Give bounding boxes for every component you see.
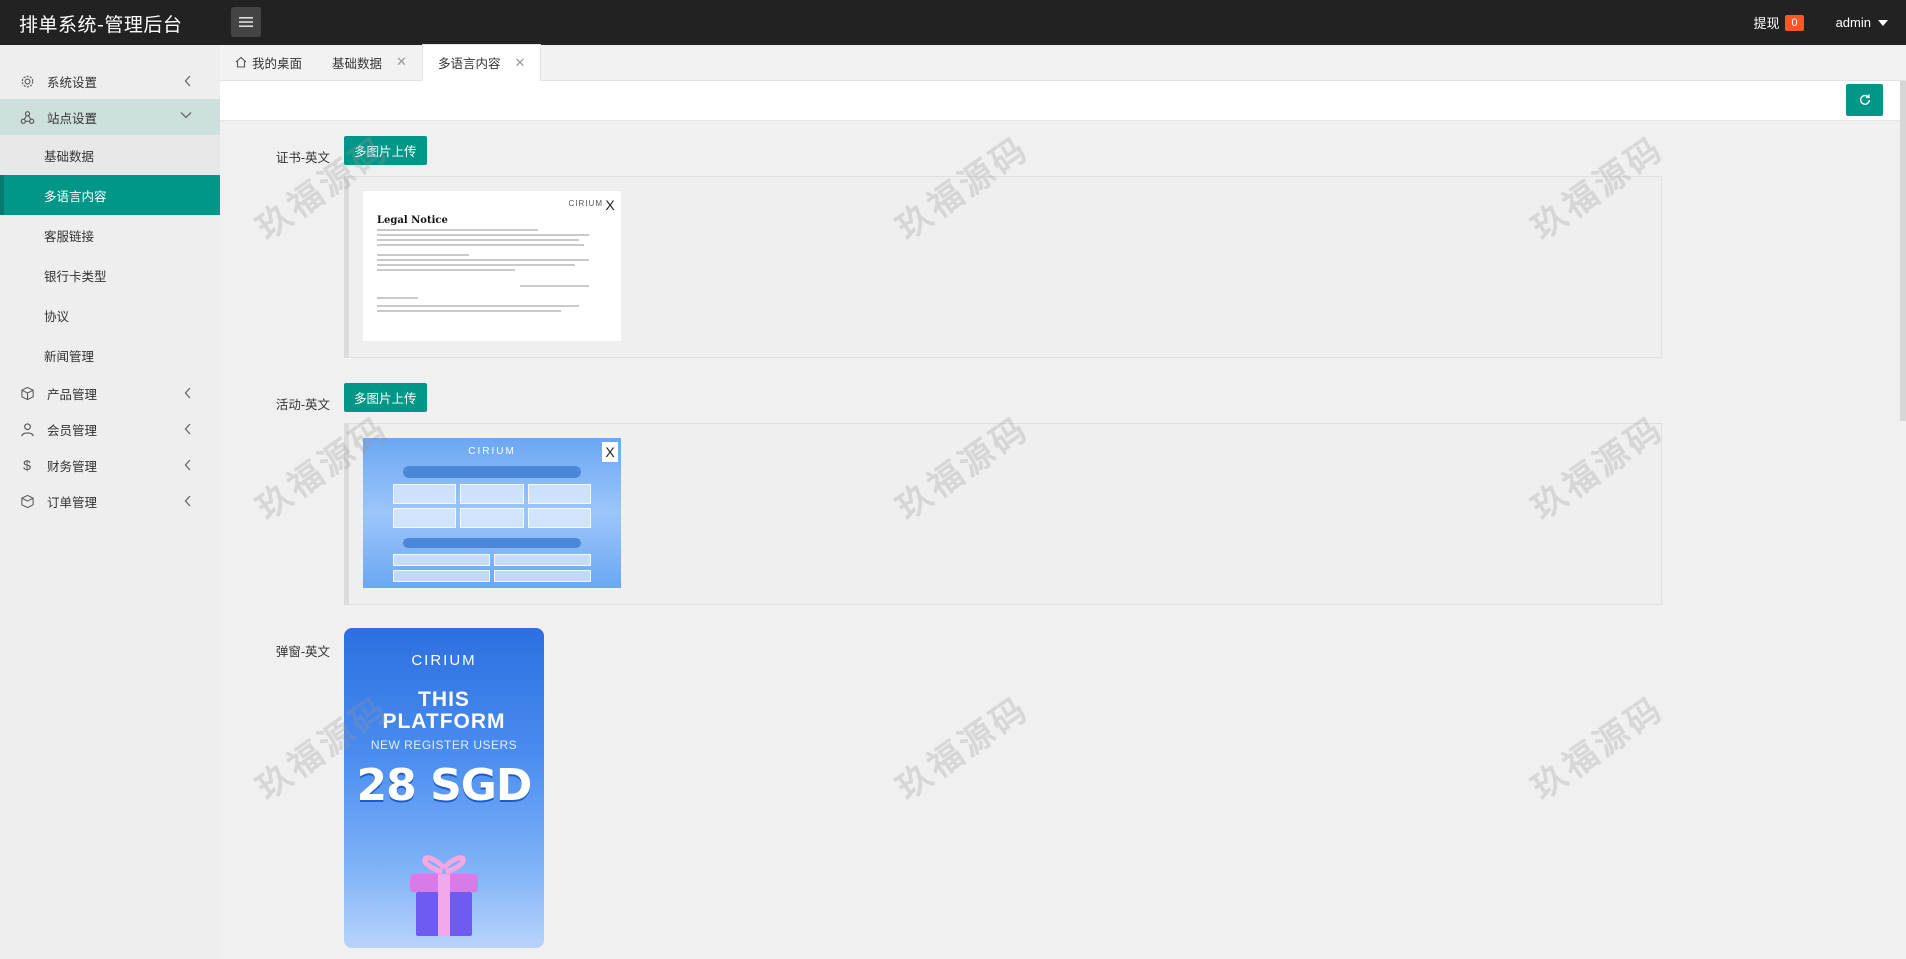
cert-remove-button[interactable]: X: [602, 195, 618, 215]
cert-brand: CIRIUM: [568, 199, 603, 208]
header-right: 提现 0 admin: [1753, 0, 1888, 45]
hamburger-icon: [239, 17, 253, 27]
sidebar-item-label: 产品管理: [47, 387, 98, 402]
activity-thumbnail: CIRIUM X: [363, 438, 621, 588]
chevron-left-icon: [184, 387, 191, 399]
tab-label: 我的桌面: [252, 56, 303, 71]
sidebar-subitem-service-link[interactable]: 客服链接: [0, 215, 220, 255]
activity-label: 活动-英文: [275, 398, 330, 412]
withdraw-label: 提现: [1753, 16, 1780, 31]
home-icon: [235, 56, 247, 68]
user-menu[interactable]: admin: [1836, 15, 1888, 30]
legal-notice-image: CIRIUM Legal Notice: [363, 191, 621, 341]
popup-line2: PLATFORM: [382, 710, 506, 733]
watermark: 玖福源码: [889, 688, 1037, 809]
tab-multilang-content[interactable]: 多语言内容 ✕: [421, 44, 542, 81]
popup-label: 弹窗-英文: [275, 645, 330, 659]
popup-amount: 28 SGD: [356, 760, 533, 811]
chevron-left-icon: [184, 423, 191, 435]
cert-doc-title: Legal Notice: [377, 215, 448, 226]
sitemap-icon: [19, 109, 35, 125]
sidebar-item-label: 会员管理: [47, 423, 98, 438]
box-icon: [19, 385, 35, 401]
chevron-left-icon: [184, 495, 191, 507]
user-icon: [19, 421, 35, 437]
popup-brand: CIRIUM: [411, 652, 477, 669]
sidebar: 系统设置 站点设置 基础数据 多语言内容 客服链接 银行卡类型 协议 新闻管理 …: [0, 45, 220, 959]
refresh-button[interactable]: [1846, 84, 1883, 116]
sidebar-subitem-agreement[interactable]: 协议: [0, 295, 220, 335]
menu-toggle-button[interactable]: [231, 7, 261, 37]
withdraw-count-badge: 0: [1785, 14, 1804, 31]
sidebar-item-products[interactable]: 产品管理: [0, 375, 220, 411]
cert-upload-button[interactable]: 多图片上传: [344, 136, 427, 165]
withdraw-link[interactable]: 提现 0: [1753, 13, 1804, 32]
activity-image: CIRIUM: [363, 438, 621, 588]
refresh-icon: [1859, 94, 1870, 105]
sidebar-item-label: 财务管理: [47, 459, 98, 474]
scrollbar[interactable]: [1900, 81, 1906, 421]
caret-down-icon: [1878, 19, 1888, 26]
tab-label: 多语言内容: [437, 57, 501, 71]
sidebar-subitem-news[interactable]: 新闻管理: [0, 335, 220, 375]
popup-line3: NEW REGISTER USERS: [370, 738, 518, 752]
activity-upload-button[interactable]: 多图片上传: [344, 383, 427, 412]
activity-brand: CIRIUM: [468, 446, 516, 457]
sidebar-item-label: 站点设置: [47, 111, 98, 126]
chevron-left-icon: [184, 75, 191, 87]
main-content: 证书-英文 多图片上传 CIRIUM Legal Notice X 活动-英文 …: [220, 121, 1906, 959]
sidebar-subitem-multilang-content[interactable]: 多语言内容: [0, 175, 220, 215]
page-toolbar: [220, 81, 1906, 121]
order-icon: [19, 493, 35, 509]
activity-remove-button[interactable]: X: [602, 442, 618, 462]
tab-bar: 我的桌面 基础数据 ✕ 多语言内容 ✕: [220, 44, 1906, 81]
activity-preview-box: CIRIUM X: [344, 423, 1662, 605]
sidebar-subitem-basic-data[interactable]: 基础数据: [0, 135, 220, 175]
sidebar-item-finance[interactable]: $ 财务管理: [0, 447, 220, 483]
cert-preview-box: CIRIUM Legal Notice X: [344, 176, 1662, 358]
cert-label: 证书-英文: [275, 151, 330, 165]
close-icon[interactable]: ✕: [396, 54, 407, 70]
tab-label: 基础数据: [332, 56, 383, 71]
tab-basic-data[interactable]: 基础数据 ✕: [317, 44, 422, 80]
sidebar-item-label: 系统设置: [47, 75, 98, 90]
sidebar-item-system-settings[interactable]: 系统设置: [0, 63, 220, 99]
user-name: admin: [1835, 15, 1871, 30]
sidebar-subitem-bank-card-type[interactable]: 银行卡类型: [0, 255, 220, 295]
sidebar-item-site-settings[interactable]: 站点设置: [0, 99, 220, 135]
tab-my-desktop[interactable]: 我的桌面: [220, 44, 317, 80]
watermark: 玖福源码: [1524, 688, 1672, 809]
close-icon[interactable]: ✕: [514, 55, 525, 71]
cert-thumbnail: CIRIUM Legal Notice X: [363, 191, 621, 341]
gift-icon: [410, 855, 478, 936]
gear-icon: [19, 73, 35, 89]
popup-image[interactable]: CIRIUM THIS PLATFORM NEW REGISTER USERS …: [344, 628, 544, 948]
top-header: 排单系统-管理后台 提现 0 admin: [0, 0, 1906, 45]
chevron-down-icon: [180, 112, 192, 119]
sidebar-item-orders[interactable]: 订单管理: [0, 483, 220, 519]
sidebar-item-label: 订单管理: [47, 495, 98, 510]
app-title: 排单系统-管理后台: [19, 14, 183, 36]
popup-line1: THIS: [418, 688, 470, 711]
sidebar-item-members[interactable]: 会员管理: [0, 411, 220, 447]
chevron-left-icon: [184, 459, 191, 471]
dollar-icon: $: [23, 457, 31, 473]
